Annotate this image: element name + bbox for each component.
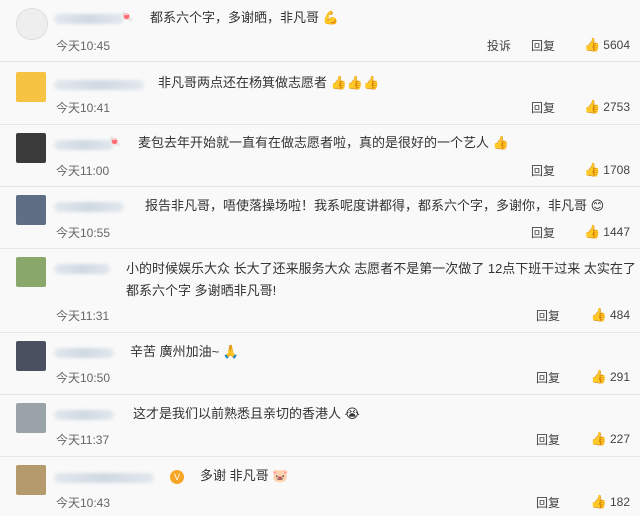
thumbs-up-icon: 👍	[584, 37, 601, 52]
like-count: 1708	[603, 163, 630, 177]
comment-text: 小的时候娱乐大众 长大了还来服务大众 志愿者不是第一次做了 12点下班干过来 太…	[126, 258, 636, 302]
like-button[interactable]: 👍 1708	[584, 162, 630, 178]
comment-time: 今天10:43	[56, 496, 111, 510]
comment-text: 非凡哥两点还在杨箕做志愿者 👍👍👍	[158, 72, 379, 94]
reply-button[interactable]: 回复	[531, 224, 555, 241]
thumbs-up-icon: 👍	[584, 99, 601, 114]
reply-button[interactable]: 回复	[531, 162, 555, 179]
comment-item: 报告非凡哥，唔使落操场啦！我系呢度讲都得，都系六个字，多谢你，非凡哥 😊 今天1…	[0, 187, 640, 249]
comment-time: 今天11:37	[56, 433, 110, 447]
like-button[interactable]: 👍 227	[591, 431, 630, 447]
comment-time: 今天10:45	[56, 39, 111, 53]
comment-item: 这才是我们以前熟悉且亲切的香港人 😭 今天11:37 回复 👍 227	[0, 395, 640, 457]
like-button[interactable]: 👍 1447	[584, 224, 630, 240]
comment-item: 辛苦 廣州加油~ 🙏 今天10:50 回复 👍 291	[0, 333, 640, 395]
username-blurred[interactable]	[54, 348, 114, 358]
reply-button[interactable]: 回复	[536, 494, 560, 511]
comment-text-content: 这才是我们以前熟悉且亲切的香港人	[133, 406, 342, 421]
crying-emoji-icon: 😭	[344, 406, 360, 421]
reply-button[interactable]: 回复	[536, 307, 560, 324]
like-button[interactable]: 👍 291	[591, 369, 630, 385]
like-count: 2753	[603, 100, 630, 114]
comment-item: 🍬 都系六个字，多谢晒，非凡哥 💪 今天10:45 投诉 回复 👍 5604	[0, 0, 640, 62]
smile-emoji-icon: 😊	[590, 198, 605, 213]
comment-text: 报告非凡哥，唔使落操场啦！我系呢度讲都得，都系六个字，多谢你，非凡哥 😊	[145, 195, 604, 217]
comment-text: 多谢 非凡哥 🐷	[200, 465, 288, 487]
comment-item: 小的时候娱乐大众 长大了还来服务大众 志愿者不是第一次做了 12点下班干过来 太…	[0, 249, 640, 333]
comment-item: 🍬 麦包去年开始就一直有在做志愿者啦，真的是很好的一个艺人 👍 今天11:00 …	[0, 125, 640, 187]
like-count: 1447	[603, 225, 630, 239]
comment-text-content: 都系六个字，多谢晒，非凡哥	[150, 10, 320, 25]
username-blurred[interactable]	[54, 410, 114, 420]
username-blurred[interactable]	[54, 202, 124, 212]
thumbs-up-icon: 👍	[590, 494, 607, 509]
comment-text: 都系六个字，多谢晒，非凡哥 💪	[150, 7, 339, 29]
comment-time: 今天10:50	[56, 371, 111, 385]
comment-time: 今天11:00	[56, 164, 110, 178]
thumbs-up-icon: 👍	[584, 162, 601, 177]
username-blurred[interactable]	[54, 14, 124, 24]
username-blurred[interactable]	[54, 80, 144, 90]
comment-time: 今天10:41	[56, 101, 111, 115]
flexed-bicep-icon: 💪	[322, 10, 339, 25]
comment-text-content: 麦包去年开始就一直有在做志愿者啦，真的是很好的一个艺人	[138, 135, 490, 150]
comment-time: 今天11:31	[56, 309, 110, 323]
avatar[interactable]	[16, 133, 46, 163]
pray-emoji-icon: 🙏	[222, 344, 240, 359]
thumbs-up-icon: 👍	[590, 431, 607, 446]
like-count: 5604	[603, 38, 630, 52]
comment-text: 这才是我们以前熟悉且亲切的香港人 😭	[133, 403, 360, 425]
thumbs-up-icon: 👍	[590, 307, 607, 322]
like-button[interactable]: 👍 182	[591, 494, 630, 510]
avatar[interactable]	[16, 403, 46, 433]
pig-emoji-icon: 🐷	[272, 468, 289, 483]
reply-button[interactable]: 回复	[531, 99, 555, 116]
thumbs-up-icon: 👍	[584, 224, 601, 239]
reply-button[interactable]: 回复	[536, 369, 560, 386]
like-count: 291	[609, 370, 630, 384]
thumbs-up-emoji-icon: 👍	[492, 135, 509, 150]
avatar[interactable]	[16, 465, 46, 495]
username-blurred[interactable]	[54, 140, 114, 150]
comment-time: 今天10:55	[56, 226, 111, 240]
comment-text-content: 辛苦 廣州加油~	[130, 344, 220, 359]
like-button[interactable]: 👍 5604	[584, 37, 630, 53]
comment-text: 麦包去年开始就一直有在做志愿者啦，真的是很好的一个艺人 👍	[138, 132, 509, 154]
comment-item: V 多谢 非凡哥 🐷 今天10:43 回复 👍 182	[0, 457, 640, 516]
like-button[interactable]: 👍 2753	[584, 99, 630, 115]
comment-text: 辛苦 廣州加油~ 🙏	[130, 341, 239, 363]
like-count: 484	[609, 308, 630, 322]
avatar[interactable]	[16, 8, 48, 40]
comment-list: 🍬 都系六个字，多谢晒，非凡哥 💪 今天10:45 投诉 回复 👍 5604 非…	[0, 0, 640, 516]
comment-item: 非凡哥两点还在杨箕做志愿者 👍👍👍 今天10:41 回复 👍 2753	[0, 62, 640, 125]
like-count: 182	[609, 495, 630, 509]
username-blurred[interactable]	[54, 473, 154, 483]
reply-button[interactable]: 回复	[531, 37, 555, 54]
username-blurred[interactable]	[54, 264, 110, 274]
thumbs-up-icon: 👍	[590, 369, 607, 384]
reply-button[interactable]: 回复	[536, 431, 560, 448]
like-count: 227	[609, 432, 630, 446]
name-badge-icon: 🍬	[108, 136, 122, 148]
comment-text-content: 报告非凡哥，唔使落操场啦！我系呢度讲都得，都系六个字，多谢你，非凡哥	[145, 198, 588, 213]
avatar[interactable]	[16, 257, 46, 287]
name-badge-icon: 🍬	[120, 11, 134, 23]
thumbs-up-emoji-icon: 👍👍👍	[330, 75, 380, 90]
avatar[interactable]	[16, 72, 46, 102]
report-button[interactable]: 投诉	[487, 37, 511, 54]
like-button[interactable]: 👍 484	[591, 307, 630, 323]
comment-text-content: 小的时候娱乐大众 长大了还来服务大众 志愿者不是第一次做了 12点下班干过来 太…	[126, 261, 636, 298]
comment-text-content: 非凡哥两点还在杨箕做志愿者	[158, 75, 328, 90]
verified-badge-icon: V	[170, 470, 184, 484]
comment-text-content: 多谢 非凡哥	[200, 468, 269, 483]
avatar[interactable]	[16, 195, 46, 225]
avatar[interactable]	[16, 341, 46, 371]
